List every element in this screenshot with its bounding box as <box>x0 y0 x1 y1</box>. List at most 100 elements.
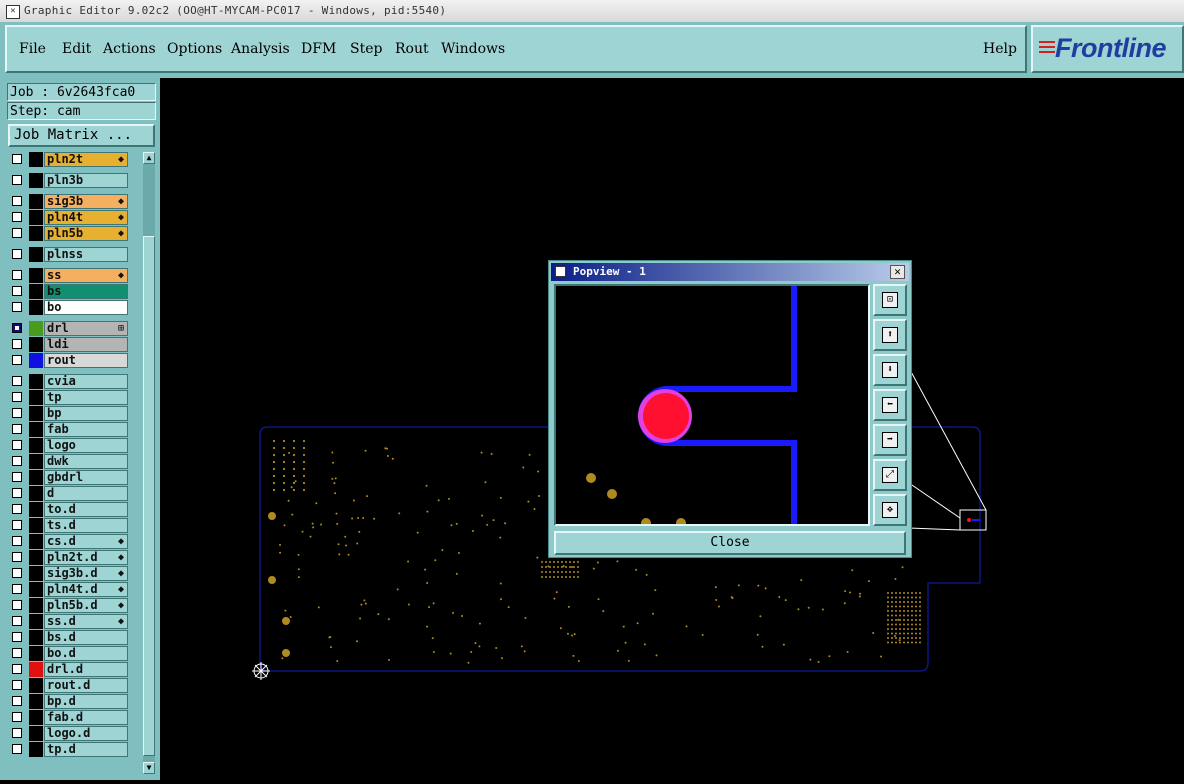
layer-checkbox[interactable] <box>12 392 22 402</box>
layer-color-swatch[interactable] <box>29 247 43 262</box>
zoom-fit-button[interactable]: ⤢ <box>873 459 907 491</box>
layer-name[interactable]: cs.d ◆ <box>44 534 128 549</box>
layer-checkbox[interactable] <box>12 456 22 466</box>
zoom-window-button[interactable]: ⊡ <box>873 284 907 316</box>
layer-row-pln4t[interactable]: pln4t ◆ <box>8 210 129 225</box>
layer-color-swatch[interactable] <box>29 353 43 368</box>
pan-up-button[interactable]: ⬆ <box>873 319 907 351</box>
layer-checkbox[interactable] <box>12 175 22 185</box>
layer-row-sig3b[interactable]: sig3b ◆ <box>8 194 129 209</box>
layer-color-swatch[interactable] <box>29 470 43 485</box>
layer-color-swatch[interactable] <box>29 518 43 533</box>
layer-row-d[interactable]: d <box>8 486 129 501</box>
layer-name[interactable]: pln3b <box>44 173 128 188</box>
layer-color-swatch[interactable] <box>29 662 43 677</box>
layer-checkbox[interactable] <box>12 228 22 238</box>
layer-name[interactable]: bp.d <box>44 694 128 709</box>
layer-name[interactable]: bs.d <box>44 630 128 645</box>
layer-color-swatch[interactable] <box>29 486 43 501</box>
layer-row-cvia[interactable]: cvia <box>8 374 129 389</box>
layer-color-swatch[interactable] <box>29 321 43 336</box>
layer-color-swatch[interactable] <box>29 678 43 693</box>
menu-analysis[interactable]: Analysis <box>231 41 290 57</box>
layer-checkbox[interactable] <box>12 323 22 333</box>
layer-checkbox[interactable] <box>12 648 22 658</box>
layer-checkbox[interactable] <box>12 728 22 738</box>
job-matrix-button[interactable]: Job Matrix ... <box>8 124 155 147</box>
layer-color-swatch[interactable] <box>29 598 43 613</box>
layer-checkbox[interactable] <box>12 472 22 482</box>
layer-color-swatch[interactable] <box>29 550 43 565</box>
layer-row-to-d[interactable]: to.d <box>8 502 129 517</box>
layer-checkbox[interactable] <box>12 249 22 259</box>
layer-row-rout-d[interactable]: rout.d <box>8 678 129 693</box>
layer-name[interactable]: cvia <box>44 374 128 389</box>
layer-checkbox[interactable] <box>12 488 22 498</box>
layer-row-fab-d[interactable]: fab.d <box>8 710 129 725</box>
layer-name[interactable]: bo.d <box>44 646 128 661</box>
layer-checkbox[interactable] <box>12 212 22 222</box>
layer-color-swatch[interactable] <box>29 422 43 437</box>
layer-row-ss-d[interactable]: ss.d ◆ <box>8 614 129 629</box>
layer-checkbox[interactable] <box>12 712 22 722</box>
layer-row-pln3b[interactable]: pln3b <box>8 173 129 188</box>
layer-color-swatch[interactable] <box>29 374 43 389</box>
menu-actions[interactable]: Actions <box>103 41 156 57</box>
layer-color-swatch[interactable] <box>29 534 43 549</box>
layer-row-tp[interactable]: tp <box>8 390 129 405</box>
layer-checkbox[interactable] <box>12 270 22 280</box>
layer-color-swatch[interactable] <box>29 614 43 629</box>
scroll-down-icon[interactable]: ▼ <box>143 762 155 774</box>
menu-help[interactable]: Help <box>983 41 1017 57</box>
layer-color-swatch[interactable] <box>29 152 43 167</box>
layer-row-drl[interactable]: drl ⊞ <box>8 321 129 336</box>
layer-name[interactable]: pln4t ◆ <box>44 210 128 225</box>
layer-row-pln2t[interactable]: pln2t ◆ <box>8 152 129 167</box>
layer-name[interactable]: bs <box>44 284 128 299</box>
layer-checkbox[interactable] <box>12 440 22 450</box>
layer-color-swatch[interactable] <box>29 194 43 209</box>
layer-name[interactable]: pln5b.d ◆ <box>44 598 128 613</box>
layer-checkbox[interactable] <box>12 568 22 578</box>
layer-color-swatch[interactable] <box>29 694 43 709</box>
layer-name[interactable]: sig3b.d ◆ <box>44 566 128 581</box>
layer-checkbox[interactable] <box>12 302 22 312</box>
layer-row-bs[interactable]: bs <box>8 284 129 299</box>
layer-row-ldi[interactable]: ldi <box>8 337 129 352</box>
layer-row-tp-d[interactable]: tp.d <box>8 742 129 757</box>
layer-row-bs-d[interactable]: bs.d <box>8 630 129 645</box>
layer-name[interactable]: drl.d <box>44 662 128 677</box>
layer-row-bp-d[interactable]: bp.d <box>8 694 129 709</box>
layer-color-swatch[interactable] <box>29 226 43 241</box>
menu-options[interactable]: Options <box>167 41 222 57</box>
layer-checkbox[interactable] <box>12 600 22 610</box>
layer-color-swatch[interactable] <box>29 406 43 421</box>
layer-row-ts-d[interactable]: ts.d <box>8 518 129 533</box>
layer-row-logo[interactable]: logo <box>8 438 129 453</box>
layer-checkbox[interactable] <box>12 355 22 365</box>
layer-name[interactable]: pln2t ◆ <box>44 152 128 167</box>
layer-checkbox[interactable] <box>12 632 22 642</box>
layer-checkbox[interactable] <box>12 744 22 754</box>
layer-row-plnss[interactable]: plnss <box>8 247 129 262</box>
layer-checkbox[interactable] <box>12 339 22 349</box>
menu-file[interactable]: File <box>19 41 46 57</box>
layer-color-swatch[interactable] <box>29 710 43 725</box>
layer-checkbox[interactable] <box>12 154 22 164</box>
popview-titlebar[interactable]: Popview - 1 ✕ <box>551 263 909 281</box>
layer-row-logo-d[interactable]: logo.d <box>8 726 129 741</box>
layer-scrollbar[interactable]: ▲ ▼ <box>143 152 155 774</box>
layer-color-swatch[interactable] <box>29 726 43 741</box>
close-button[interactable]: Close <box>554 531 906 555</box>
menu-step[interactable]: Step <box>350 41 382 57</box>
layer-color-swatch[interactable] <box>29 646 43 661</box>
layer-color-swatch[interactable] <box>29 438 43 453</box>
layer-name[interactable]: pln4t.d ◆ <box>44 582 128 597</box>
pan-down-button[interactable]: ⬇ <box>873 354 907 386</box>
layer-row-sig3b-d[interactable]: sig3b.d ◆ <box>8 566 129 581</box>
layer-row-ss[interactable]: ss ◆ <box>8 268 129 283</box>
layer-color-swatch[interactable] <box>29 502 43 517</box>
layer-row-bo[interactable]: bo <box>8 300 129 315</box>
layer-checkbox[interactable] <box>12 680 22 690</box>
layer-checkbox[interactable] <box>12 424 22 434</box>
